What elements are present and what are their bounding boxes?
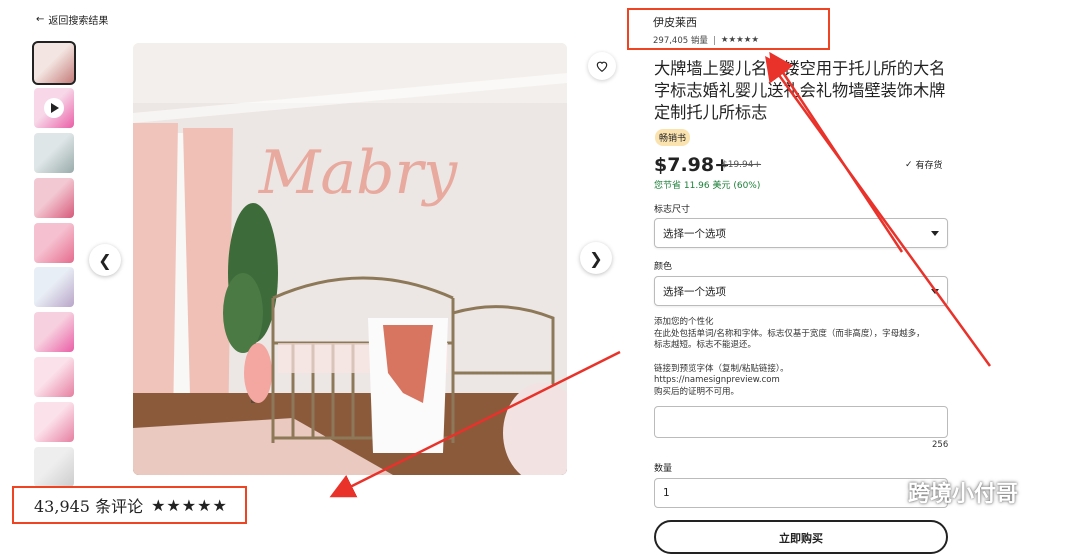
reviews-summary[interactable]: 43,945 条评论 ★★★★★ [12, 486, 247, 524]
product-title: 大牌墙上婴儿名字镂空用于托儿所的大名字标志婚礼婴儿送礼会礼物墙壁装饰木牌定制托儿… [654, 59, 946, 122]
original-price: $19.94+ [722, 160, 762, 170]
main-product-image: Mabry [133, 43, 567, 475]
reviews-count: 43,945 条评论 [34, 497, 144, 516]
divider [713, 35, 715, 45]
shop-sales: 297,405 销量 [653, 36, 708, 46]
personalization-line: 购买后的证明不可用。 [654, 386, 740, 397]
buy-now-button[interactable]: 立即购买 [654, 520, 948, 554]
size-select-value: 选择一个选项 [663, 227, 726, 240]
nursery-photo: Mabry [133, 43, 567, 475]
size-select[interactable]: 选择一个选项 [654, 218, 948, 248]
bestseller-badge: 畅销书 [655, 129, 691, 146]
color-select[interactable]: 选择一个选项 [654, 276, 948, 306]
preview-link[interactable]: https://namesignpreview.com [654, 375, 954, 387]
quantity-label: 数量 [654, 464, 673, 474]
shop-name-link[interactable]: 伊皮莱西 [653, 14, 828, 30]
caret-down-icon [931, 230, 939, 236]
wechat-icon [869, 480, 901, 503]
character-counter: 256 [932, 440, 949, 450]
watermark: 跨境小付哥 [868, 476, 1018, 508]
heart-icon [596, 61, 608, 72]
personalization-line: 标志越短。标志不能退还。 [654, 340, 757, 350]
thumbnail-9[interactable] [34, 402, 74, 443]
price: $7.98+ [654, 154, 731, 176]
thumbnail-8[interactable] [34, 357, 74, 398]
personalization-line: 在此处包括单词/名称和字体。标志仅基于宽度（而非高度），字母越多， [654, 328, 925, 339]
chevron-left-icon: ❮ [98, 250, 112, 270]
next-image-button[interactable]: ❯ [580, 242, 612, 274]
color-label: 颜色 [654, 262, 673, 272]
thumbnail-4[interactable] [34, 177, 74, 218]
caret-down-icon [931, 288, 939, 294]
thumbnail-1[interactable] [32, 41, 76, 85]
play-icon [44, 97, 64, 118]
back-link-label: 返回搜索结果 [48, 16, 109, 27]
thumbnail-3[interactable] [34, 132, 74, 173]
check-icon: ✓ [905, 159, 913, 170]
size-label: 标志尺寸 [654, 205, 691, 215]
shop-info: 伊皮莱西 297,405 销量 ★★★★★ [627, 8, 830, 50]
watermark-text: 跨境小付哥 [908, 482, 1019, 507]
thumbnail-6[interactable] [34, 267, 74, 308]
color-select-value: 选择一个选项 [663, 285, 726, 298]
favorite-button[interactable] [588, 52, 616, 80]
star-rating-icon: ★★★★★ [151, 495, 228, 515]
thumbnail-list [32, 41, 76, 492]
wall-sign-text: Mabry [258, 138, 458, 208]
back-to-search-link[interactable]: ← 返回搜索结果 [36, 12, 108, 27]
personalization-instructions: 添加您的个性化 在此处包括单词/名称和字体。标志仅基于宽度（而非高度），字母越多… [654, 317, 954, 398]
thumbnail-7[interactable] [34, 312, 74, 353]
arrow-left-icon: ← [36, 14, 45, 25]
personalization-line: 链接到预览字体（复制/粘贴链接）。 [654, 363, 789, 374]
personalization-heading: 添加您的个性化 [654, 317, 714, 327]
thumbnail-10[interactable] [34, 447, 74, 488]
chevron-right-icon: ❯ [589, 248, 603, 268]
prev-image-button[interactable]: ❮ [89, 244, 121, 276]
stock-status: ✓ 有存货 [905, 158, 943, 172]
thumbnail-2[interactable] [34, 87, 74, 128]
shop-star-rating-icon: ★★★★★ [720, 35, 759, 45]
thumbnail-5[interactable] [34, 222, 74, 263]
personalization-input[interactable] [654, 406, 948, 438]
stock-label: 有存货 [915, 161, 943, 171]
saving-text: 您节省 11.96 美元 (60%) [654, 181, 761, 191]
quantity-value: 1 [663, 487, 670, 499]
